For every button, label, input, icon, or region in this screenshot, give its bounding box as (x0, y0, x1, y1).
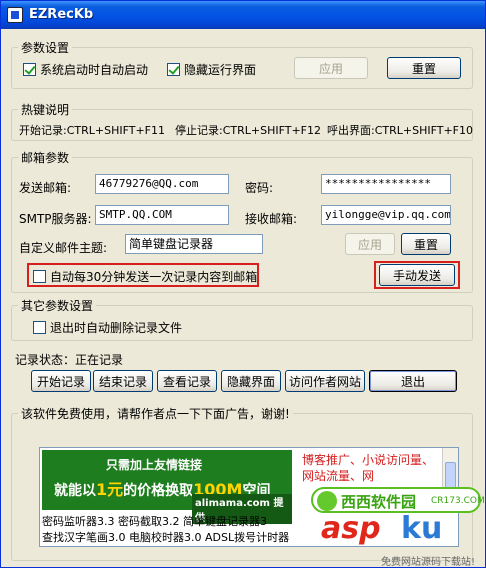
params-apply-button[interactable]: 应用 (294, 57, 368, 79)
stop-record-button[interactable]: 结束记录 (93, 370, 153, 392)
receiver-email-input[interactable]: yilongge@vip.qq.com (321, 205, 451, 225)
watermark-logo-icon (317, 491, 337, 511)
email-apply-button[interactable]: 应用 (345, 233, 395, 255)
password-label: 密码: (245, 181, 274, 195)
delete-on-exit-label: 退出时自动删除记录文件 (50, 321, 183, 335)
hotkeys-legend: 热键说明 (21, 103, 70, 117)
subject-label: 自定义邮件主题: (19, 241, 108, 255)
window-title: EZRecKb (29, 7, 94, 22)
watermark-title: 西西软件园 (341, 493, 417, 511)
hotkey-show: 呼出界面:CTRL+SHIFT+F10 (327, 124, 473, 137)
subject-input[interactable]: 简单键盘记录器 (125, 234, 263, 254)
watermark-ku: ku (401, 511, 443, 546)
smtp-server-input[interactable]: SMTP.QQ.COM (95, 205, 229, 225)
start-record-button[interactable]: 开始记录 (31, 370, 91, 392)
auto-start-check-icon[interactable] (23, 63, 36, 76)
ad-legend: 该软件免费使用，请帮作者点一下下面广告，谢谢! (21, 407, 290, 421)
watermark-asp: asp (321, 511, 381, 546)
delete-on-exit-check-icon[interactable] (33, 321, 46, 334)
params-legend: 参数设置 (21, 41, 70, 55)
ad-banner-text-a: 就能以 (54, 483, 96, 499)
watermark-subtitle: 免费网站源码下载站! (381, 557, 476, 568)
ad-side-text[interactable]: 博客推广、小说访问量、网站流量、网 (302, 452, 442, 484)
ad-banner-highlight-price: 1元 (96, 480, 124, 499)
ad-banner-line1: 只需加上友情链接 (106, 458, 203, 472)
ad-list-line2[interactable]: 查找汉字笔画3.0 电脑校时器3.0 ADSL拨号计时器 (42, 530, 289, 546)
email-reset-button[interactable]: 重置 (401, 233, 451, 255)
hotkey-start: 开始记录:CTRL+SHIFT+F11 (19, 124, 165, 137)
auto-start-label: 系统启动时自动启动 (40, 63, 149, 77)
delete-on-exit-checkbox[interactable]: 退出时自动删除记录文件 (33, 319, 182, 336)
params-reset-button[interactable]: 重置 (387, 57, 461, 79)
other-legend: 其它参数设置 (21, 299, 94, 313)
auto-send-checkbox[interactable]: 自动每30分钟发送一次记录内容到邮箱 (33, 268, 257, 285)
watermark-badge: 西西软件园 CR173.COM (311, 487, 485, 513)
auto-send-label: 自动每30分钟发送一次记录内容到邮箱 (50, 270, 258, 284)
hide-ui-check-icon[interactable] (167, 63, 180, 76)
hide-ui-checkbox[interactable]: 隐藏运行界面 (167, 61, 256, 78)
smtp-label: SMTP服务器: (19, 212, 92, 226)
manual-send-button[interactable]: 手动发送 (379, 264, 455, 286)
receiver-label: 接收邮箱: (245, 212, 298, 226)
password-input[interactable]: **************** (321, 174, 451, 194)
visit-author-site-button[interactable]: 访问作者网站 (285, 370, 365, 392)
hotkey-stop: 停止记录:CTRL+SHIFT+F12 (175, 124, 321, 137)
main-window: EZRecKb 参数设置 系统启动时自动启动 隐藏运行界面 应用 重置 热键说明… (0, 0, 486, 568)
ad-software-list: 密码监听器3.3 密码截取3.2 简单键盘记录器3 查找汉字笔画3.0 电脑校时… (42, 514, 289, 546)
auto-send-check-icon[interactable] (33, 270, 46, 283)
record-status: 记录状态：正在记录 (15, 353, 124, 367)
ad-banner[interactable]: 只需加上友情链接 就能以1元的价格换取100M空间 alimama.com 提供 (42, 450, 292, 524)
watermark-domain: CR173.COM (431, 496, 485, 506)
exit-button[interactable]: 退出 (369, 370, 457, 392)
hide-ui-button[interactable]: 隐藏界面 (221, 370, 281, 392)
hide-ui-label: 隐藏运行界面 (184, 63, 257, 77)
sender-label: 发送邮箱: (19, 181, 72, 195)
title-bar[interactable]: EZRecKb (1, 1, 485, 29)
auto-start-checkbox[interactable]: 系统启动时自动启动 (23, 61, 148, 78)
view-record-button[interactable]: 查看记录 (157, 370, 217, 392)
app-icon (7, 7, 23, 23)
sender-email-input[interactable]: 46779276@QQ.com (95, 174, 229, 194)
ad-list-line1[interactable]: 密码监听器3.3 密码截取3.2 简单键盘记录器3 (42, 514, 289, 530)
email-legend: 邮箱参数 (21, 151, 70, 165)
site-watermark: 西西软件园 CR173.COM asp ku 免费网站源码下载站! (291, 487, 485, 568)
ad-banner-text-b: 的价格换取 (123, 483, 194, 499)
